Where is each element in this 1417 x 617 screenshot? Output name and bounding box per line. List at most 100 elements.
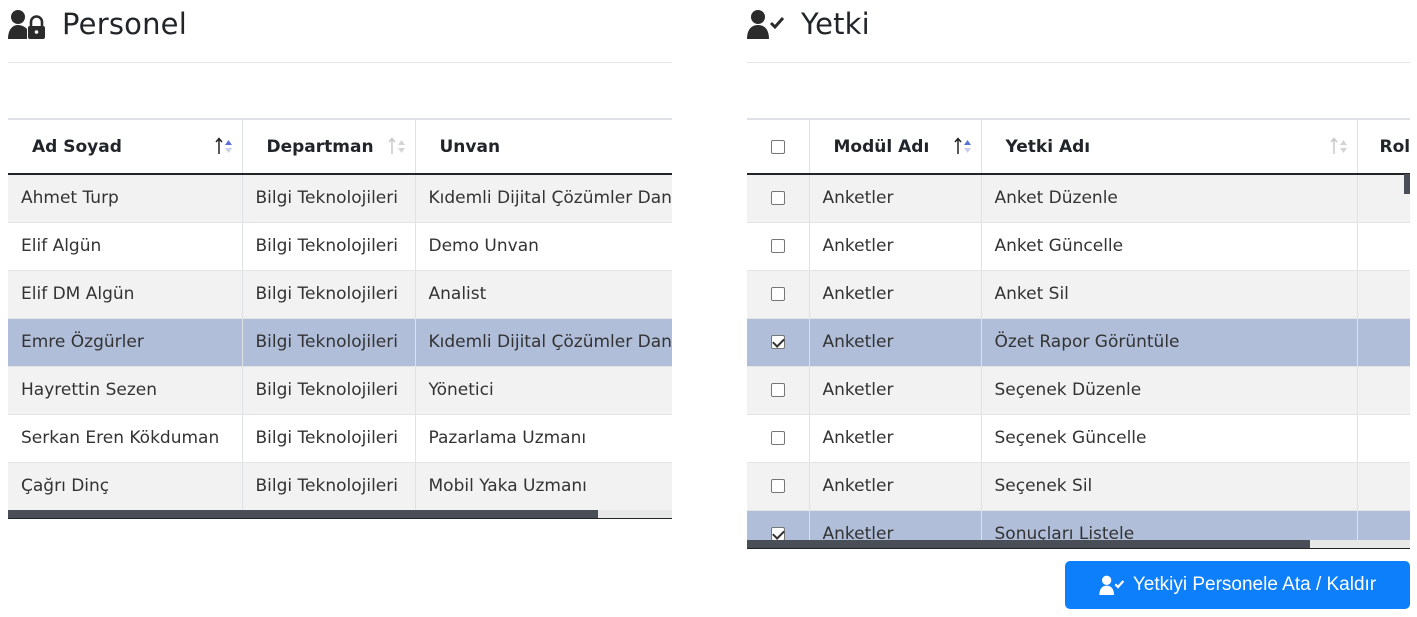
column-label: Yetki Adı	[1005, 136, 1091, 157]
column-header-modul-adi[interactable]: Modül Adı	[809, 120, 982, 175]
personel-table-wrap: Ad Soyad Departman Unvan Ahmet Turp Bilg…	[8, 118, 672, 518]
cell-yetki-adi: Seçenek Düzenle	[981, 366, 1358, 415]
cell-ad-soyad: Çağrı Dinç	[8, 462, 243, 511]
column-header-unvan[interactable]: Unvan	[415, 120, 672, 175]
cell-departman: Bilgi Teknolojileri	[242, 366, 416, 415]
cell-checkbox	[747, 366, 810, 415]
cell-unvan: Demo Unvan	[415, 222, 672, 271]
table-row[interactable]: Ahmet Turp Bilgi Teknolojileri Kıdemli Dij…	[8, 174, 672, 223]
cell-checkbox	[747, 270, 810, 319]
cell-rol	[1357, 462, 1410, 511]
cell-rol	[1357, 222, 1410, 271]
row-checkbox[interactable]	[770, 527, 785, 541]
personel-header: Personel	[8, 0, 672, 48]
select-all-header	[747, 120, 810, 175]
column-header-ad-soyad[interactable]: Ad Soyad	[8, 120, 243, 175]
cell-departman: Bilgi Teknolojileri	[242, 318, 416, 367]
cell-rol	[1357, 318, 1410, 367]
cell-yetki-adi: Sonuçları Listele	[981, 510, 1358, 541]
yetki-divider	[747, 62, 1410, 63]
yetki-table-body: Anketler Anket Düzenle Anketler Anket Günce…	[747, 174, 1410, 541]
cell-modul-adi: Anketler	[809, 222, 982, 271]
cell-unvan: Pazarlama Uzmanı	[415, 414, 672, 463]
personel-table: Ad Soyad Departman Unvan Ahmet Turp Bilg…	[8, 120, 672, 511]
cell-departman: Bilgi Teknolojileri	[242, 414, 416, 463]
sort-neutral-icon[interactable]	[387, 137, 407, 155]
column-header-departman[interactable]: Departman	[242, 120, 416, 175]
column-header-yetki-adi[interactable]: Yetki Adı	[981, 120, 1358, 175]
row-checkbox[interactable]	[770, 431, 785, 445]
cell-yetki-adi: Özet Rapor Görüntüle	[981, 318, 1358, 367]
select-all-checkbox[interactable]	[770, 139, 785, 154]
cell-departman: Bilgi Teknolojileri	[242, 270, 416, 319]
cell-unvan: Mobil Yaka Uzmanı	[415, 462, 672, 511]
column-label: Unvan	[439, 136, 501, 157]
table-row[interactable]: Anketler Seçenek Sil	[747, 462, 1410, 511]
cell-checkbox	[747, 318, 810, 367]
table-bottom-border	[8, 518, 672, 519]
cell-departman: Bilgi Teknolojileri	[242, 462, 416, 511]
sort-neutral-icon[interactable]	[1329, 137, 1349, 155]
cell-rol	[1357, 270, 1410, 319]
table-row[interactable]: Elif Algün Bilgi Teknolojileri Demo Unvan	[8, 222, 672, 271]
cell-yetki-adi: Seçenek Sil	[981, 462, 1358, 511]
column-label: Ad Soyad	[32, 136, 122, 157]
sort-ascending-icon[interactable]	[214, 137, 234, 155]
table-bottom-border	[747, 548, 1410, 549]
cell-modul-adi: Anketler	[809, 174, 982, 223]
row-checkbox[interactable]	[770, 479, 785, 493]
table-row[interactable]: Emre Özgürler Bilgi Teknolojileri Kıdemli …	[8, 318, 672, 367]
row-checkbox[interactable]	[770, 383, 785, 397]
cell-yetki-adi: Seçenek Güncelle	[981, 414, 1358, 463]
row-checkbox[interactable]	[770, 335, 785, 349]
yetki-header-row: Modül Adı Yetki Adı Rol	[747, 120, 1411, 175]
user-check-icon	[1099, 574, 1127, 596]
row-checkbox[interactable]	[770, 287, 785, 301]
cell-modul-adi: Anketler	[809, 510, 982, 541]
yetki-table: Modül Adı Yetki Adı Rol Anketler Anket D…	[747, 120, 1410, 541]
row-checkbox[interactable]	[770, 191, 785, 206]
table-row[interactable]: Anketler Anket Güncelle	[747, 222, 1410, 271]
cell-modul-adi: Anketler	[809, 366, 982, 415]
cell-checkbox	[747, 414, 810, 463]
column-label: Rol	[1379, 136, 1411, 157]
cell-yetki-adi: Anket Sil	[981, 270, 1358, 319]
table-row[interactable]: Anketler Seçenek Düzenle	[747, 366, 1410, 415]
cell-ad-soyad: Elif Algün	[8, 222, 243, 271]
personel-table-body: Ahmet Turp Bilgi Teknolojileri Kıdemli Dij…	[8, 174, 672, 511]
table-row[interactable]: Anketler Anket Sil	[747, 270, 1410, 319]
personel-divider	[8, 62, 672, 63]
cell-checkbox	[747, 174, 810, 223]
assign-button-label: Yetkiyi Personele Ata / Kaldır	[1132, 574, 1377, 595]
table-row[interactable]: Anketler Seçenek Güncelle	[747, 414, 1410, 463]
cell-checkbox	[747, 510, 810, 541]
table-row[interactable]: Çağrı Dinç Bilgi Teknolojileri Mobil Yaka …	[8, 462, 672, 511]
user-lock-icon	[8, 8, 48, 40]
table-row[interactable]: Anketler Sonuçları Listele	[747, 510, 1410, 541]
column-header-rol[interactable]: Rol	[1357, 120, 1411, 175]
cell-yetki-adi: Anket Güncelle	[981, 222, 1358, 271]
cell-modul-adi: Anketler	[809, 270, 982, 319]
table-row[interactable]: Serkan Eren Kökduman Bilgi Teknolojileri P…	[8, 414, 672, 463]
cell-ad-soyad: Serkan Eren Kökduman	[8, 414, 243, 463]
yetki-table-wrap: Modül Adı Yetki Adı Rol Anketler Anket D…	[747, 118, 1410, 541]
cell-unvan: Yönetici	[415, 366, 672, 415]
sort-ascending-icon[interactable]	[953, 137, 973, 155]
user-check-icon	[747, 8, 787, 40]
vertical-scrollbar[interactable]	[1404, 174, 1410, 194]
yetki-panel: Yetki Modül Adı Yetki Adı Rol Anketler A…	[747, 0, 1410, 549]
table-row[interactable]: Hayrettin Sezen Bilgi Teknolojileri Yöneti…	[8, 366, 672, 415]
cell-yetki-adi: Anket Düzenle	[981, 174, 1358, 223]
cell-rol	[1357, 414, 1410, 463]
table-row[interactable]: Anketler Özet Rapor Görüntüle	[747, 318, 1410, 367]
table-row[interactable]: Anketler Anket Düzenle	[747, 174, 1410, 223]
row-checkbox[interactable]	[770, 239, 785, 253]
table-row[interactable]: Elif DM Algün Bilgi Teknolojileri Analist	[8, 270, 672, 319]
personel-header-row: Ad Soyad Departman Unvan	[8, 120, 672, 175]
column-label: Departman	[266, 136, 374, 157]
assign-permission-button[interactable]: Yetkiyi Personele Ata / Kaldır	[1065, 561, 1410, 609]
cell-unvan: Analist	[415, 270, 672, 319]
cell-modul-adi: Anketler	[809, 318, 982, 367]
cell-checkbox	[747, 462, 810, 511]
personel-panel: Personel Ad Soyad Departman Unvan Ahmet …	[8, 0, 672, 519]
